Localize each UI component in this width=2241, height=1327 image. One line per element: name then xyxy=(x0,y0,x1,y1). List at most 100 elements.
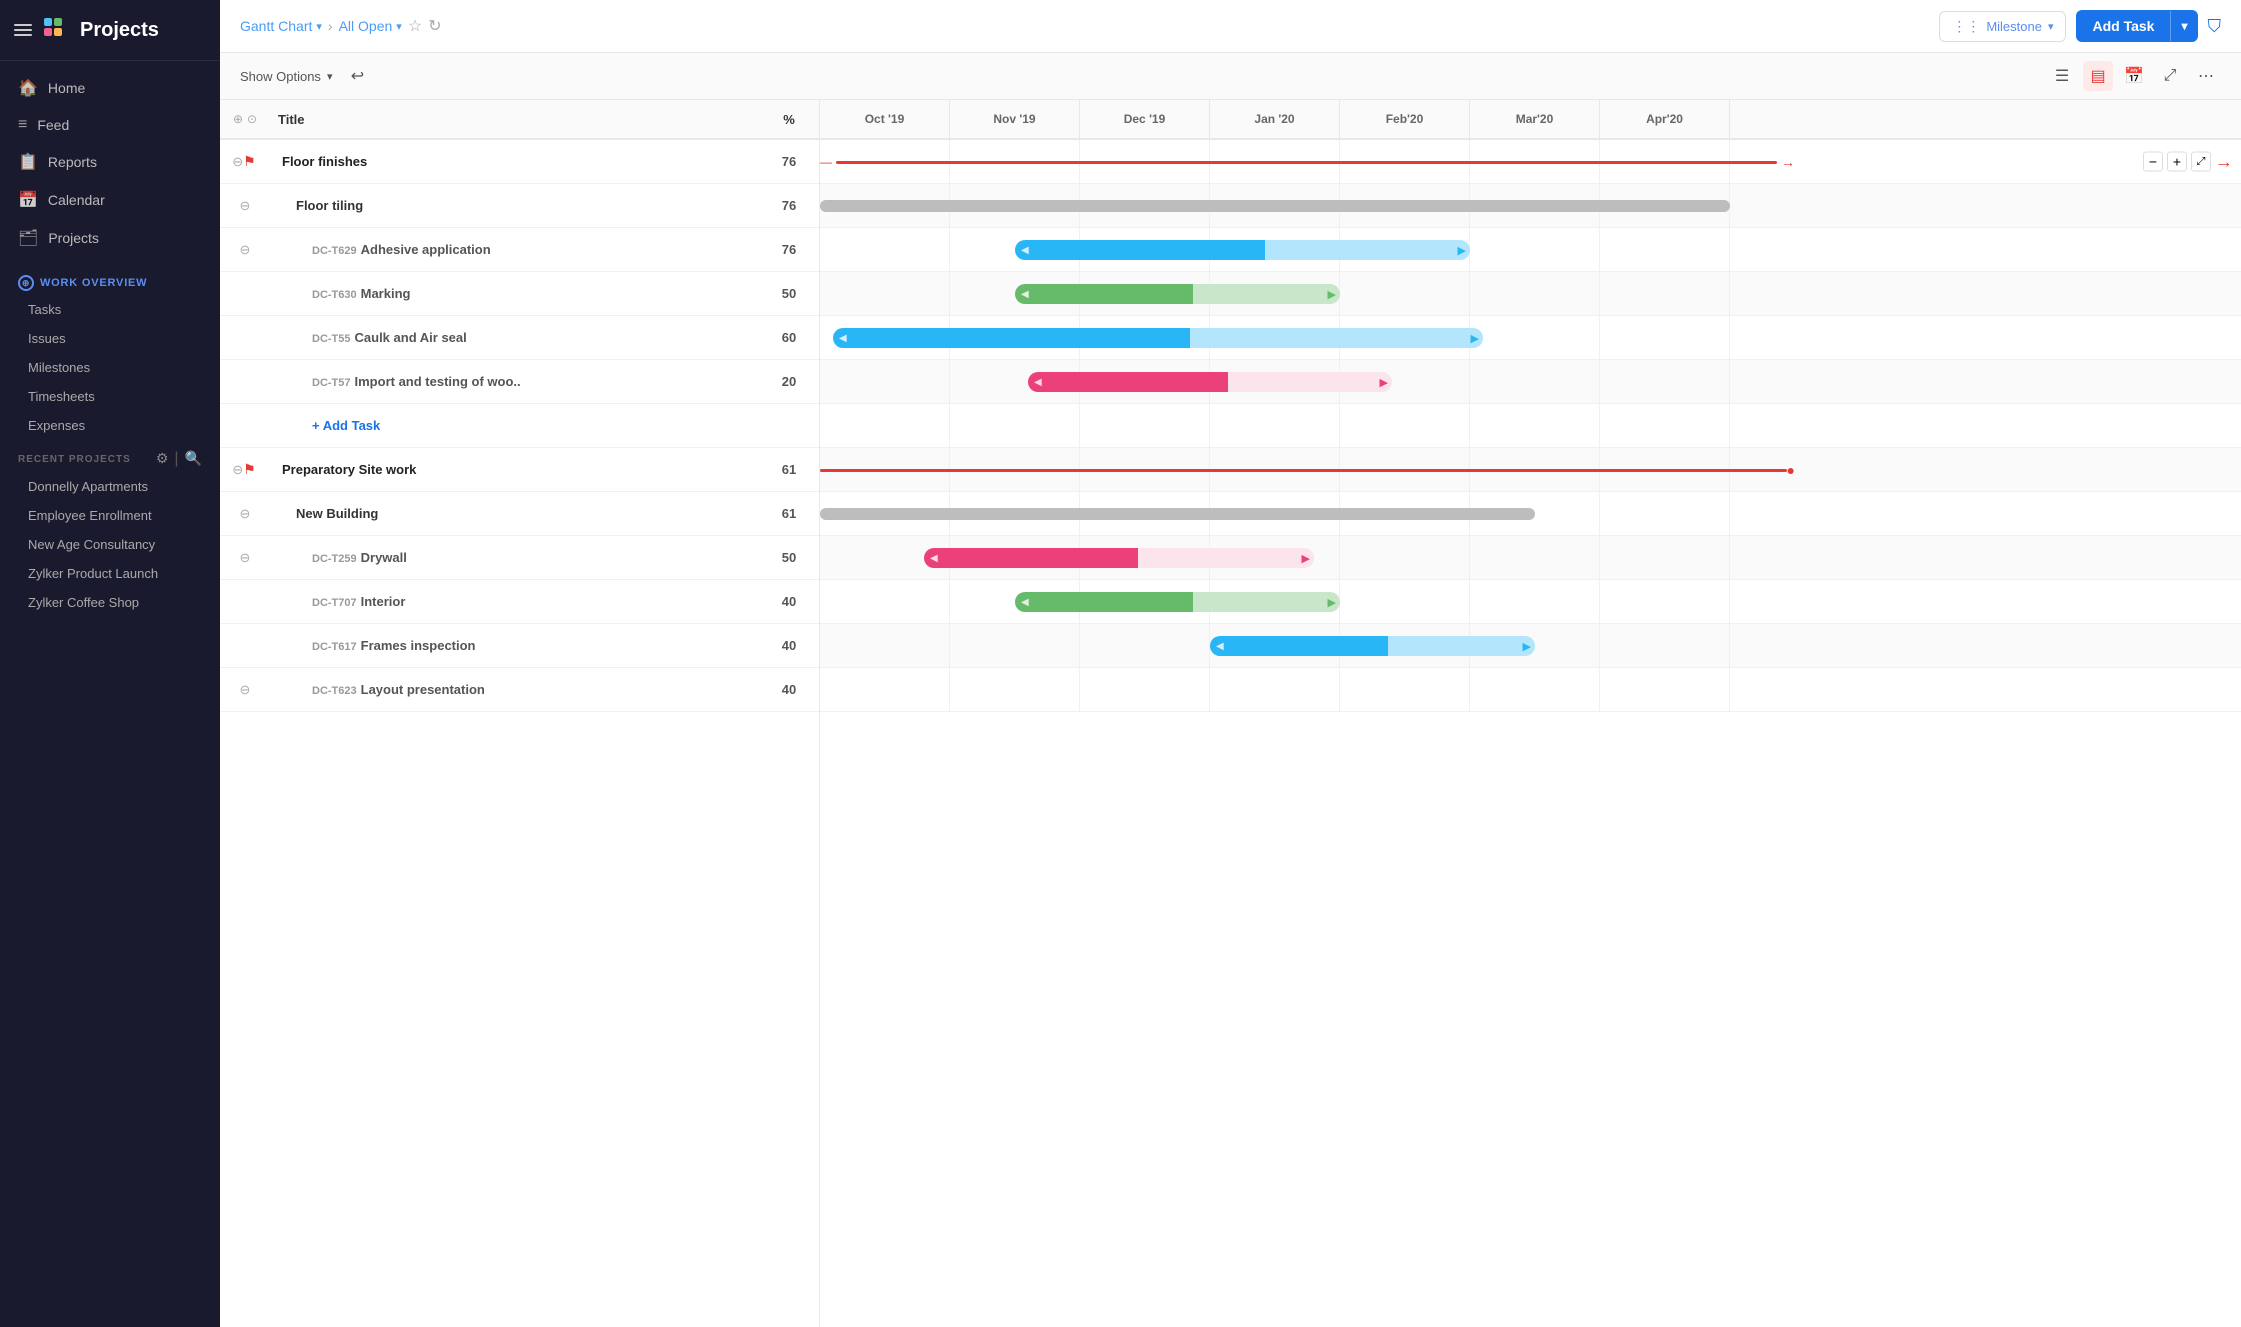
gantt-cell xyxy=(1080,316,1210,359)
sidebar-item-projects[interactable]: 🗂 Projects xyxy=(0,219,220,257)
row-title: DC-T629Adhesive application xyxy=(270,242,759,257)
gantt-cell xyxy=(1210,624,1340,667)
more-options-icon[interactable]: ⋯ xyxy=(2191,61,2221,91)
gantt-row: ◀ ▶ xyxy=(820,316,2241,360)
bar-controls[interactable]: − + ⤢ → xyxy=(2143,151,2233,172)
gantt-view-icon[interactable]: ▤ xyxy=(2083,61,2113,91)
gantt-cell xyxy=(1470,580,1600,623)
sidebar-item-expenses[interactable]: Expenses xyxy=(0,411,220,440)
milestone-arrow: ▾ xyxy=(2048,20,2054,33)
calendar-view-icon[interactable]: 📅 xyxy=(2119,61,2149,91)
fullscreen-icon[interactable]: ⤢ xyxy=(2155,61,2185,91)
task-title-text: Preparatory Site work xyxy=(278,462,416,477)
breadcrumb-gantt-chart[interactable]: Gantt Chart ▾ xyxy=(240,18,322,34)
row-expand-area: ⊖⚑ xyxy=(220,461,270,478)
star-icon[interactable]: ☆ xyxy=(408,16,422,36)
toolbar-left: Show Options ▾ ↩ xyxy=(240,61,372,91)
task-row[interactable]: ⊖ DC-T259Drywall 50 xyxy=(220,536,819,580)
col-percent-header: % xyxy=(759,112,819,127)
add-task-dropdown-arrow[interactable]: ▾ xyxy=(2170,11,2197,41)
sidebar-item-feed[interactable]: ≡ Feed xyxy=(0,107,220,143)
topbar: Gantt Chart ▾ › All Open ▾ ☆ ↻ ⋮⋮ Milest… xyxy=(220,0,2241,53)
breadcrumb-all-open[interactable]: All Open ▾ xyxy=(339,18,402,34)
task-row[interactable]: DC-T57Import and testing of woo.. 20 xyxy=(220,360,819,404)
gantt-cell xyxy=(950,624,1080,667)
undo-button[interactable]: ↩ xyxy=(342,61,372,91)
logo-icon xyxy=(42,16,70,44)
bar-plus-button[interactable]: + xyxy=(2167,152,2187,172)
task-row[interactable]: ⊖ DC-T623Layout presentation 40 xyxy=(220,668,819,712)
gantt-chart[interactable]: Oct '19Nov '19Dec '19Jan '20Feb'20Mar'20… xyxy=(820,100,2241,1327)
task-row[interactable]: DC-T707Interior 40 xyxy=(220,580,819,624)
add-task-row[interactable]: + Add Task xyxy=(270,418,759,433)
topbar-right: ⋮⋮ Milestone ▾ Add Task ▾ ⛉ xyxy=(1939,10,2221,42)
sidebar-item-reports[interactable]: 📋 Reports xyxy=(0,143,220,181)
task-row[interactable]: ⊖⚑ Preparatory Site work 61 xyxy=(220,448,819,492)
recent-project-employee[interactable]: Employee Enrollment xyxy=(0,501,220,530)
task-row[interactable]: ⊖⚑ Floor finishes 76 xyxy=(220,140,819,184)
row-expand-area: ⊖ xyxy=(220,682,270,698)
gantt-cell xyxy=(1600,404,1730,447)
bar-expand-button[interactable]: ⤢ xyxy=(2191,152,2211,172)
list-view-icon[interactable]: ☰ xyxy=(2047,61,2077,91)
show-options-button[interactable]: Show Options ▾ xyxy=(240,69,332,84)
gantt-cell xyxy=(1340,536,1470,579)
sidebar-item-issues[interactable]: Issues xyxy=(0,324,220,353)
recent-project-zylker-coffee[interactable]: Zylker Coffee Shop xyxy=(0,588,220,617)
task-row[interactable]: DC-T617Frames inspection 40 xyxy=(220,624,819,668)
breadcrumb-all-open-arrow: ▾ xyxy=(396,20,402,33)
recent-project-zylker-launch[interactable]: Zylker Product Launch xyxy=(0,559,220,588)
task-row[interactable]: DC-T630Marking 50 xyxy=(220,272,819,316)
home-icon: 🏠 xyxy=(18,78,38,98)
milestone-button[interactable]: ⋮⋮ Milestone ▾ xyxy=(1939,11,2066,42)
gantt-row: ◀ ▶ xyxy=(820,360,2241,404)
gantt-cell xyxy=(1080,228,1210,271)
flag-icon: ⚑ xyxy=(243,461,256,478)
task-row[interactable]: DC-T55Caulk and Air seal 60 xyxy=(220,316,819,360)
gantt-cell xyxy=(1340,272,1470,315)
topbar-left: Gantt Chart ▾ › All Open ▾ ☆ ↻ xyxy=(240,16,442,36)
bar-minus-button[interactable]: − xyxy=(2143,152,2163,172)
recent-project-newage[interactable]: New Age Consultancy xyxy=(0,530,220,559)
task-row[interactable]: ⊖ DC-T629Adhesive application 76 xyxy=(220,228,819,272)
sidebar-item-milestones[interactable]: Milestones xyxy=(0,353,220,382)
task-title-text: DC-T57Import and testing of woo.. xyxy=(278,374,521,389)
sidebar-header: Projects xyxy=(0,0,220,61)
refresh-icon[interactable]: ↻ xyxy=(428,16,441,36)
gantt-cell xyxy=(1340,184,1470,227)
gantt-cell xyxy=(1210,228,1340,271)
breadcrumb-separator: › xyxy=(328,18,333,34)
sidebar-item-timesheets[interactable]: Timesheets xyxy=(0,382,220,411)
row-percent: 40 xyxy=(759,638,819,653)
task-code: DC-T707 xyxy=(312,597,357,609)
gantt-month-label: Jan '20 xyxy=(1210,100,1340,138)
gantt-cell xyxy=(1210,316,1340,359)
task-title-text: DC-T55Caulk and Air seal xyxy=(278,330,467,345)
gantt-row xyxy=(820,404,2241,448)
filter-icon[interactable]: ⛉ xyxy=(2208,16,2222,37)
task-row[interactable]: ⊖ New Building 61 xyxy=(220,492,819,536)
main-nav: 🏠 Home ≡ Feed 📋 Reports 📅 Calendar 🗂 Pro… xyxy=(0,61,220,265)
row-percent: 61 xyxy=(759,506,819,521)
hamburger-icon[interactable] xyxy=(14,24,32,36)
sidebar-item-calendar[interactable]: 📅 Calendar xyxy=(0,181,220,219)
bar-arrow-right[interactable]: → xyxy=(2215,151,2233,172)
gantt-row xyxy=(820,668,2241,712)
work-overview-icon: ⊕ xyxy=(18,275,34,291)
sidebar-item-tasks[interactable]: Tasks xyxy=(0,295,220,324)
add-task-link[interactable]: + Add Task xyxy=(278,418,380,433)
task-row[interactable]: + Add Task xyxy=(220,404,819,448)
search-icon[interactable]: 🔍 xyxy=(185,450,202,468)
gantt-cell xyxy=(950,492,1080,535)
task-code: DC-T630 xyxy=(312,289,357,301)
gantt-cell xyxy=(950,404,1080,447)
sidebar-item-home[interactable]: 🏠 Home xyxy=(0,69,220,107)
reports-icon: 📋 xyxy=(18,152,38,172)
recent-project-donnelly[interactable]: Donnelly Apartments xyxy=(0,472,220,501)
task-row[interactable]: ⊖ Floor tiling 76 xyxy=(220,184,819,228)
add-task-button[interactable]: Add Task ▾ xyxy=(2076,10,2197,42)
gantt-month-label: Apr'20 xyxy=(1600,100,1730,138)
configure-icon[interactable]: ⚙ xyxy=(156,450,169,468)
gantt-cell xyxy=(820,624,950,667)
gantt-cell xyxy=(1080,140,1210,183)
